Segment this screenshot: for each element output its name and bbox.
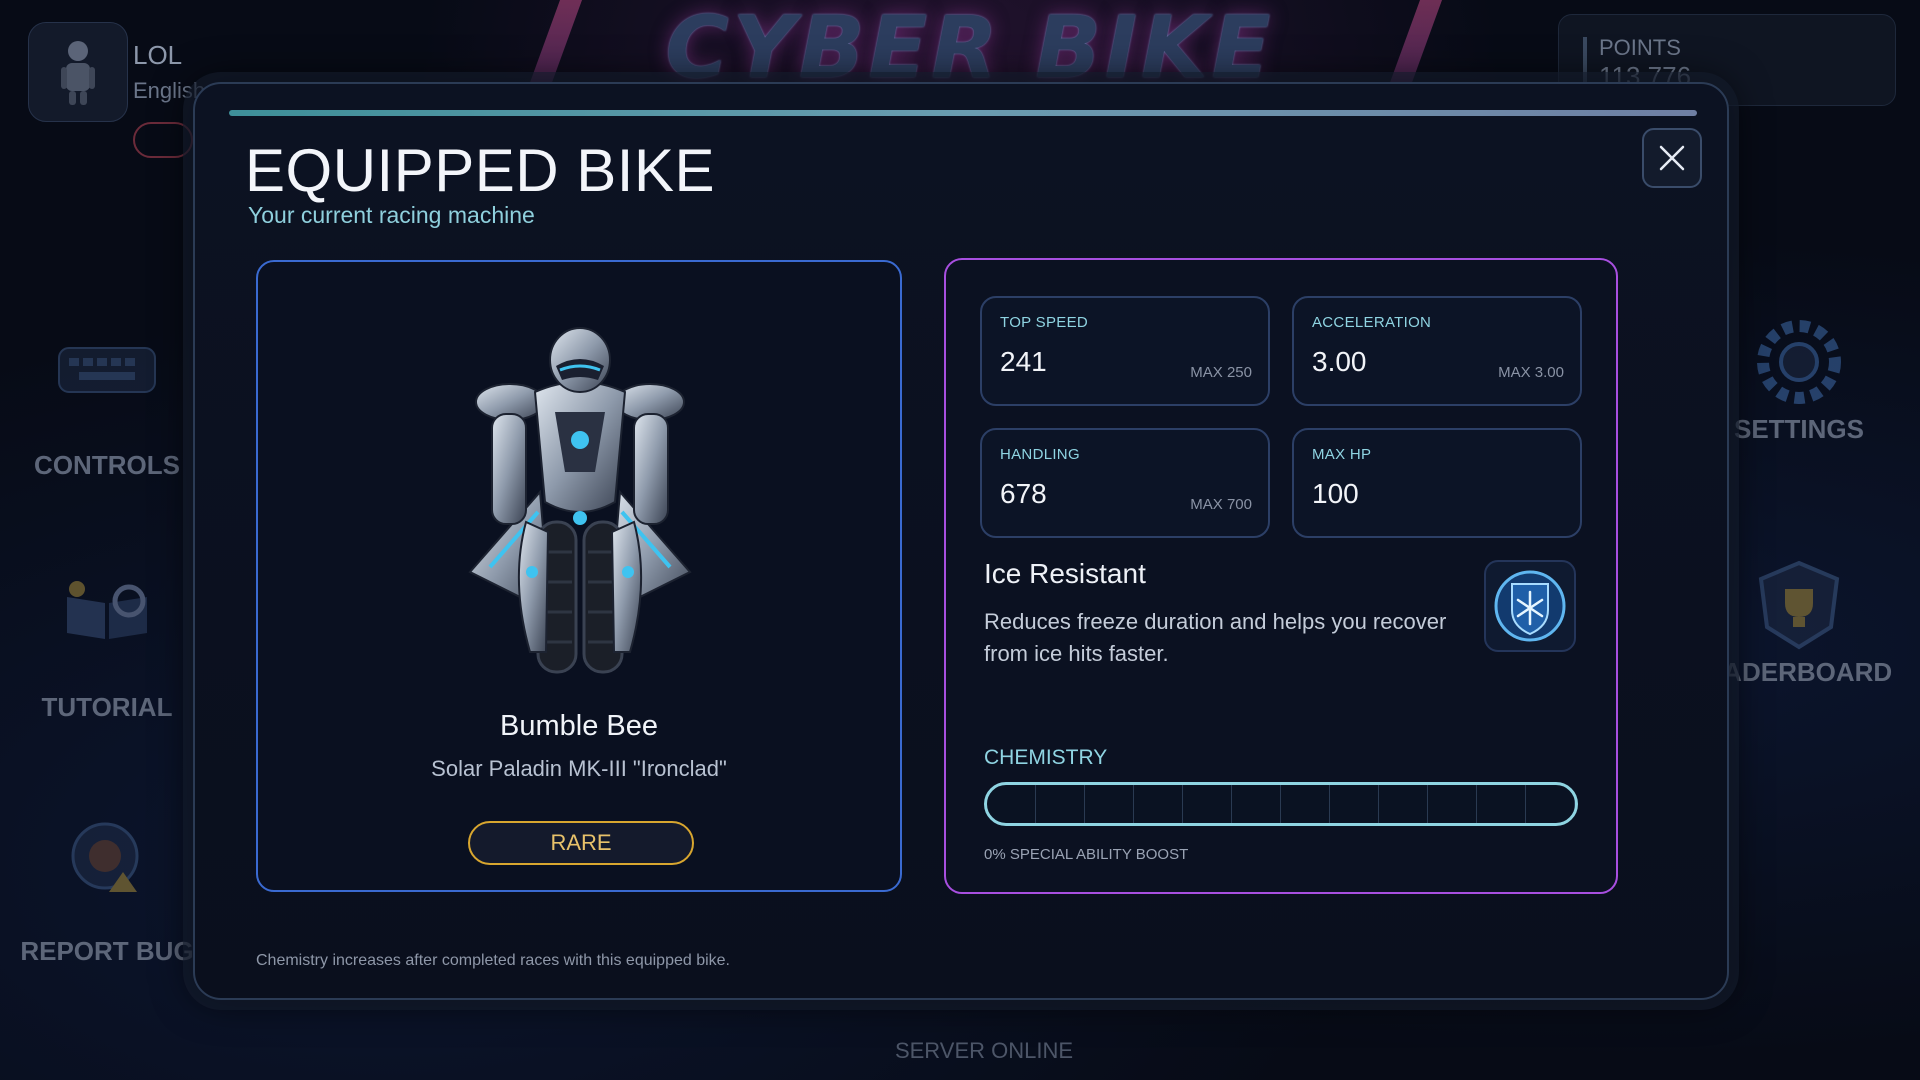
chemistry-segment	[987, 785, 1036, 823]
bug-icon	[57, 816, 157, 896]
book-icon	[57, 572, 157, 652]
bike-rider-image	[468, 327, 692, 674]
stat-card-max-hp: MAX HP 100	[1292, 428, 1582, 538]
bike-name: Bumble Bee	[500, 710, 658, 742]
ability-description: Reduces freeze duration and helps you re…	[984, 609, 1447, 666]
trophy-icon	[1749, 560, 1849, 650]
stat-card-top-speed: TOP SPEED 241 MAX 250	[980, 296, 1270, 406]
stat-max: MAX 700	[1190, 496, 1252, 513]
chemistry-segment	[1232, 785, 1281, 823]
keyboard-icon	[57, 330, 157, 410]
modal-subtitle: Your current racing machine	[248, 202, 535, 228]
points-label: POINTS	[1599, 35, 1681, 60]
menu-leaderboard[interactable]: EADERBOARD	[1704, 560, 1894, 688]
close-button[interactable]	[1642, 128, 1702, 188]
stat-max: MAX 250	[1190, 364, 1252, 381]
stat-label: ACCELERATION	[1312, 314, 1432, 331]
stat-label: MAX HP	[1312, 446, 1372, 463]
chemistry-segment	[1085, 785, 1134, 823]
stat-label: TOP SPEED	[1000, 314, 1089, 331]
bike-panel: Bumble Bee Solar Paladin MK-III "Ironcla…	[256, 260, 902, 892]
chemistry-label: CHEMISTRY	[984, 746, 1108, 769]
edit-profile-button[interactable]	[133, 122, 193, 158]
stat-card-acceleration: ACCELERATION 3.00 MAX 3.00	[1292, 296, 1582, 406]
game-logo: CYBER BIKE	[665, 0, 1275, 98]
chemistry-segment	[1134, 785, 1183, 823]
menu-settings-label: SETTINGS	[1733, 414, 1864, 444]
chemistry-segment	[1428, 785, 1477, 823]
menu-controls[interactable]: CONTROLS	[12, 330, 202, 481]
ability-title: Ice Resistant	[984, 558, 1146, 589]
chemistry-segment	[1330, 785, 1379, 823]
rarity-badge: RARE	[468, 821, 694, 865]
chemistry-segment	[1379, 785, 1428, 823]
menu-controls-label: CONTROLS	[34, 450, 180, 480]
equipped-bike-modal: EQUIPPED BIKE Your current racing machin…	[193, 82, 1729, 1000]
chemistry-segment	[1281, 785, 1330, 823]
chemistry-segment	[1526, 785, 1575, 823]
chemistry-segment	[1036, 785, 1085, 823]
server-status: SERVER ONLINE	[894, 1038, 1074, 1063]
menu-settings[interactable]: SETTINGS	[1704, 320, 1894, 445]
stat-card-handling: HANDLING 678 MAX 700	[980, 428, 1270, 538]
chemistry-caption: 0% SPECIAL ABILITY BOOST	[984, 846, 1189, 863]
snowflake-shield-icon	[1484, 560, 1576, 652]
avatar[interactable]	[28, 22, 128, 122]
profile-name: LOL	[133, 40, 183, 70]
stat-value: 3.00	[1312, 346, 1367, 377]
modal-footnote: Chemistry increases after completed race…	[256, 952, 730, 969]
stat-value: 241	[1000, 346, 1047, 377]
chemistry-segment	[1477, 785, 1526, 823]
modal-title: EQUIPPED BIKE	[245, 137, 715, 204]
chemistry-segment	[1183, 785, 1232, 823]
stats-panel: TOP SPEED 241 MAX 250 ACCELERATION 3.00 …	[944, 258, 1618, 894]
menu-report-bug[interactable]: REPORT BUG	[12, 816, 202, 967]
gear-icon	[1749, 320, 1849, 404]
menu-report-bug-label: REPORT BUG	[20, 936, 194, 966]
menu-tutorial[interactable]: TUTORIAL	[12, 572, 202, 723]
modal-accent-line	[229, 110, 1697, 116]
stat-value: 678	[1000, 478, 1047, 509]
close-icon	[1659, 145, 1685, 171]
rider-avatar-icon	[61, 41, 95, 105]
stat-label: HANDLING	[1000, 446, 1080, 463]
stat-value: 100	[1312, 478, 1359, 509]
menu-tutorial-label: TUTORIAL	[41, 692, 173, 722]
menu-leaderboard-label: EADERBOARD	[1705, 657, 1893, 687]
chemistry-progress-bar	[984, 782, 1578, 826]
bike-model: Solar Paladin MK-III "Ironclad"	[431, 756, 727, 781]
stat-max: MAX 3.00	[1498, 364, 1564, 381]
